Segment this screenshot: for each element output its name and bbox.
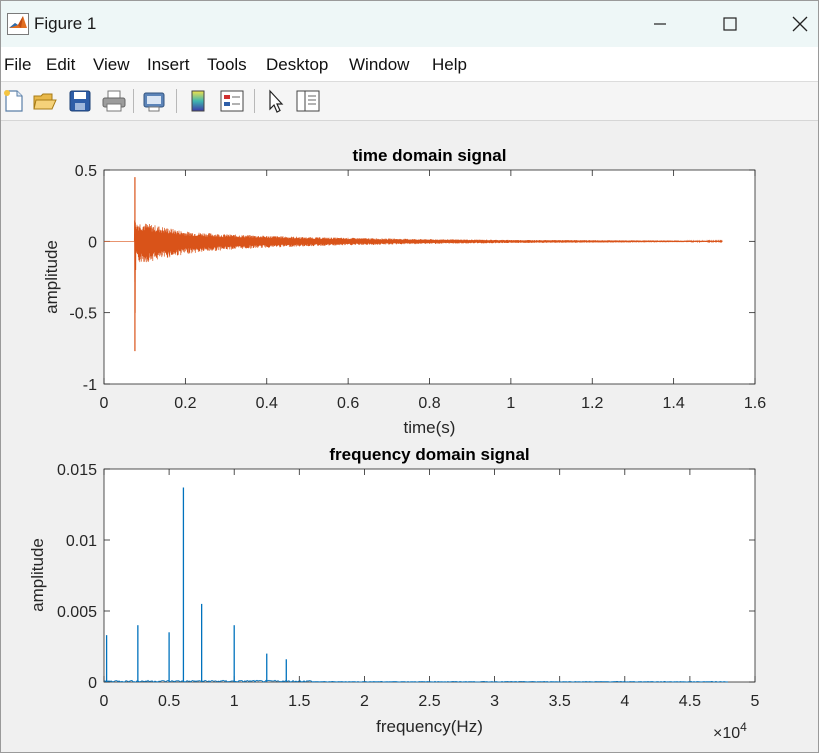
open-file-icon[interactable] [32, 88, 58, 114]
colorbar-icon[interactable] [185, 88, 211, 114]
close-icon [792, 16, 808, 32]
menu-insert[interactable]: Insert [147, 55, 190, 75]
pointer-icon[interactable] [263, 88, 289, 114]
x-tick-label: 1.6 [744, 395, 766, 412]
menu-edit[interactable]: Edit [46, 55, 75, 75]
print-preview-icon[interactable] [141, 88, 167, 114]
frequency-axes-xlabel: frequency(Hz) [376, 717, 483, 736]
toolbar-separator [133, 89, 134, 113]
time-axes-box [103, 169, 756, 385]
menu-view[interactable]: View [93, 55, 130, 75]
frequency-axes-title: frequency domain signal [329, 445, 529, 464]
toolbar-separator [254, 89, 255, 113]
time-axes-title: time domain signal [353, 146, 507, 165]
x-tick-label: 1.5 [288, 693, 310, 710]
print-icon[interactable] [101, 88, 127, 114]
x-tick-label: 1 [230, 693, 239, 710]
menu-help[interactable]: Help [432, 55, 467, 75]
save-icon[interactable] [67, 88, 93, 114]
x-tick-label: 3.5 [549, 693, 571, 710]
y-tick-label: 0 [88, 234, 97, 251]
x-tick-label: 1 [506, 395, 515, 412]
x-tick-label: 4 [620, 693, 629, 710]
menu-tools[interactable]: Tools [207, 55, 247, 75]
x-tick-label: 2.5 [418, 693, 440, 710]
property-inspector-icon[interactable] [295, 88, 321, 114]
x-exponent-power: 4 [740, 720, 747, 734]
maximize-button[interactable] [702, 1, 758, 47]
x-tick-label: 0.4 [256, 395, 278, 412]
x-tick-label: 1.4 [663, 395, 685, 412]
menu-file[interactable]: File [4, 55, 31, 75]
x-tick-label: 0.6 [337, 395, 359, 412]
x-tick-label: 0 [100, 693, 109, 710]
close-button[interactable] [772, 1, 818, 47]
minimize-icon [654, 23, 666, 25]
y-tick-label: 0.015 [57, 462, 97, 479]
frequency-domain-axes[interactable]: frequency domain signal frequency(Hz) am… [28, 445, 760, 742]
x-exponent-base: ×10 [713, 725, 740, 742]
x-tick-label: 0.8 [418, 395, 440, 412]
minimize-button[interactable] [632, 1, 688, 47]
time-domain-axes[interactable]: time domain signal time(s) amplitude 0 0.… [42, 146, 766, 437]
frequency-axes-ylabel: amplitude [28, 538, 47, 612]
matlab-logo-icon [7, 13, 29, 35]
y-tick-label: 0 [88, 675, 97, 692]
menu-window[interactable]: Window [349, 55, 409, 75]
time-axes-xlabel: time(s) [404, 418, 456, 437]
x-tick-label: 0.5 [158, 693, 180, 710]
toolbar-separator [176, 89, 177, 113]
x-tick-label: 0 [100, 395, 109, 412]
title-bar: Figure 1 [1, 1, 818, 47]
toolbar [1, 82, 818, 121]
x-tick-label: 4.5 [679, 693, 701, 710]
figure-canvas: time domain signal time(s) amplitude 0 0.… [1, 121, 818, 752]
figure-window: Figure 1 File Edit View Insert Tools Des… [0, 0, 819, 753]
new-figure-icon[interactable] [1, 88, 27, 114]
y-tick-label: -1 [83, 377, 97, 394]
window-title: Figure 1 [34, 14, 97, 33]
maximize-icon [723, 17, 737, 31]
y-tick-label: 0.01 [66, 533, 97, 550]
y-tick-label: -0.5 [69, 306, 97, 323]
y-tick-label: 0.005 [57, 604, 97, 621]
legend-icon[interactable] [219, 88, 245, 114]
x-tick-label: 3 [490, 693, 499, 710]
menu-desktop[interactable]: Desktop [266, 55, 328, 75]
x-tick-label: 2 [360, 693, 369, 710]
plots-svg: time domain signal time(s) amplitude 0 0.… [28, 146, 766, 742]
time-axes-ylabel: amplitude [42, 240, 61, 314]
x-tick-label: 5 [751, 693, 760, 710]
x-exponent-label: ×104 [713, 720, 747, 742]
menu-bar: File Edit View Insert Tools Desktop Wind… [1, 47, 818, 82]
y-tick-label: 0.5 [75, 163, 97, 180]
x-tick-label: 0.2 [174, 395, 196, 412]
x-tick-label: 1.2 [581, 395, 603, 412]
